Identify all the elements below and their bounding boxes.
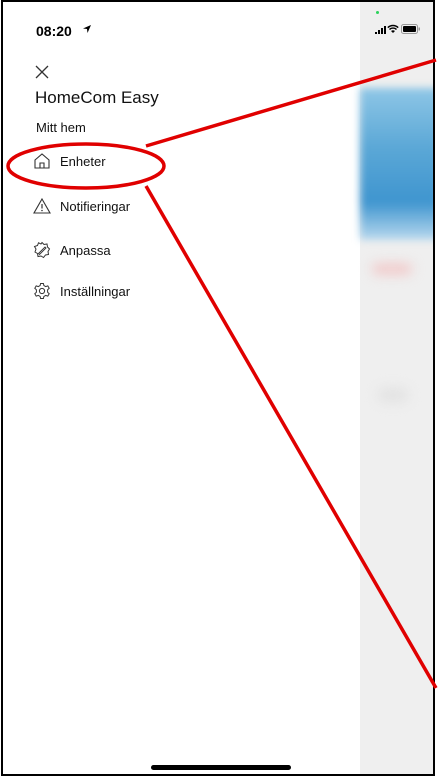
menu-item-anpassa[interactable]: Anpassa (33, 238, 233, 264)
blurred-header-image (360, 88, 433, 240)
status-time: 08:20 (36, 23, 72, 39)
home-icon (34, 153, 50, 169)
menu-item-installningar[interactable]: Inställningar (33, 279, 233, 305)
menu-item-label: Notifieringar (60, 199, 131, 214)
home-indicator-bar[interactable] (151, 765, 291, 770)
phone-frame: 08:20 HomeCom Easy Mitt hem Enheter Noti… (1, 0, 435, 776)
menu-item-notifieringar[interactable]: Notifieringar (33, 194, 233, 220)
blurred-element (372, 264, 412, 274)
close-icon[interactable] (34, 64, 52, 82)
battery-icon (401, 24, 420, 34)
menu-item-enheter[interactable]: Enheter (33, 149, 233, 175)
blurred-element (378, 388, 408, 402)
menu-item-label: Enheter (60, 154, 106, 169)
location-arrow-icon (83, 25, 91, 33)
wifi-icon (387, 24, 399, 33)
privacy-indicator-dot (376, 11, 379, 14)
background-content-overlay[interactable] (360, 2, 433, 774)
menu-item-label: Anpassa (60, 243, 111, 258)
menu-item-label: Inställningar (60, 284, 131, 299)
status-bar: 08:20 (3, 2, 433, 54)
app-title: HomeCom Easy (35, 88, 159, 107)
warning-icon (33, 197, 51, 214)
customize-icon (33, 241, 51, 259)
home-selector[interactable]: Mitt hem (36, 120, 86, 135)
cellular-signal-icon (375, 26, 386, 34)
gear-icon (34, 283, 50, 299)
